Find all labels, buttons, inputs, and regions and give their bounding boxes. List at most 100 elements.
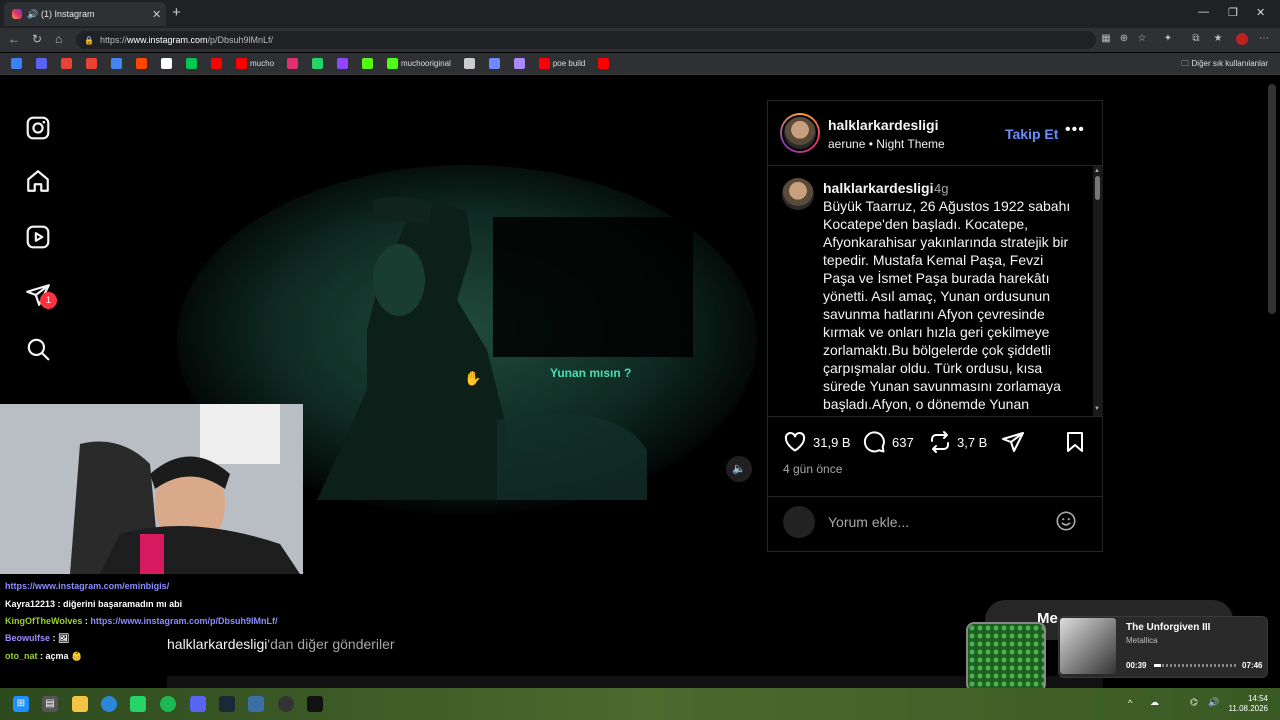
extensions-icon[interactable]: ✦ xyxy=(1162,33,1174,45)
like-heart-icon[interactable] xyxy=(783,430,807,454)
back-icon[interactable]: ← xyxy=(8,32,20,46)
share-icon[interactable] xyxy=(1001,430,1025,454)
close-window-icon[interactable]: ✕ xyxy=(1256,6,1265,19)
bookmark-icon[interactable] xyxy=(513,58,525,69)
comment-input[interactable]: Yorum ekle... xyxy=(828,514,909,530)
comment-count[interactable]: 637 xyxy=(892,435,914,450)
bookmark-icon[interactable] xyxy=(186,58,197,69)
obs-icon[interactable] xyxy=(278,696,294,712)
scroll-down-arrow-icon[interactable]: ▼ xyxy=(1094,406,1100,412)
mute-toggle-icon[interactable]: 🔈 xyxy=(726,456,752,482)
minimize-icon[interactable]: — xyxy=(1198,6,1209,18)
home-icon[interactable]: ⌂ xyxy=(55,32,62,46)
comment-bubble-icon[interactable] xyxy=(862,430,886,454)
new-tab-button[interactable]: + xyxy=(172,4,181,21)
bookmark-icon[interactable] xyxy=(362,58,374,69)
chat-text[interactable]: https://www.instagram.com/p/Dbsuh9lMnLf/ xyxy=(90,616,277,626)
bookmark-icon[interactable] xyxy=(161,58,172,69)
chat-text[interactable]: https://www.instagram.com/eminbigis/ xyxy=(5,581,169,591)
progress-track xyxy=(1154,664,1236,667)
search-icon[interactable] xyxy=(25,336,51,362)
url-host: www.instagram.com xyxy=(126,35,208,45)
bookmark-icon[interactable] xyxy=(136,58,147,69)
bookmark-icon[interactable] xyxy=(387,58,399,69)
wifi-icon[interactable]: ⌬ xyxy=(1190,697,1198,708)
zoom-icon[interactable]: ⊕ xyxy=(1118,33,1130,45)
bookmark-icon[interactable] xyxy=(287,58,299,69)
reels-icon[interactable] xyxy=(25,224,51,250)
caption-avatar[interactable] xyxy=(782,178,814,210)
repost-icon[interactable] xyxy=(928,430,952,454)
emoji-icon[interactable] xyxy=(1055,510,1077,532)
tab-bar xyxy=(0,0,1280,28)
caption-time[interactable]: 4g xyxy=(934,181,948,196)
url-input[interactable]: 🔒 https://www.instagram.com/p/Dbsuh9lMnL… xyxy=(76,31,1096,49)
bookmark-icon[interactable] xyxy=(61,58,72,69)
close-tab-icon[interactable]: ✕ xyxy=(152,8,166,21)
caption-username[interactable]: halklarkardesligi xyxy=(823,180,934,196)
bookmark-label[interactable]: mucho xyxy=(250,59,274,68)
volume-icon[interactable]: 🔊 xyxy=(1208,697,1219,708)
lock-icon[interactable]: 🔒 xyxy=(84,36,94,45)
author-avatar[interactable] xyxy=(782,115,818,151)
app-icon[interactable] xyxy=(248,696,264,712)
capcut-icon[interactable] xyxy=(307,696,323,712)
favorites-icon[interactable]: ★ xyxy=(1212,33,1224,45)
file-explorer-icon[interactable] xyxy=(72,696,88,712)
tray-overflow-icon[interactable]: ^ xyxy=(1128,698,1132,708)
scroll-up-arrow-icon[interactable]: ▲ xyxy=(1094,168,1100,174)
tab-instagram[interactable]: 🔊 (1) Instagram ✕ xyxy=(4,2,166,26)
caption-scroll-thumb[interactable] xyxy=(1095,176,1100,200)
bookmark-icon[interactable] xyxy=(312,58,324,69)
bookmark-label[interactable]: poe build xyxy=(553,59,585,68)
speaker-icon[interactable]: 🔊 xyxy=(27,9,38,20)
bookmark-icon[interactable] xyxy=(488,58,500,69)
whatsapp-icon[interactable] xyxy=(130,696,146,712)
reload-icon[interactable]: ↻ xyxy=(32,32,42,46)
favorite-star-icon[interactable]: ☆ xyxy=(1136,33,1148,45)
more-posts-grid[interactable] xyxy=(167,676,1103,688)
bookmark-icon[interactable] xyxy=(598,58,610,69)
audio-link[interactable]: aerune • Night Theme xyxy=(828,137,945,151)
author-username[interactable]: halklarkardesligi xyxy=(828,117,939,133)
page-scrollbar[interactable] xyxy=(1268,84,1276,314)
start-icon[interactable]: ⊞ xyxy=(13,696,29,712)
posted-time[interactable]: 4 gün önce xyxy=(783,462,842,476)
bookmark-icon[interactable] xyxy=(463,58,475,69)
bookmark-icon[interactable] xyxy=(36,58,47,69)
discord-icon[interactable] xyxy=(190,696,206,712)
instagram-logo-icon[interactable] xyxy=(25,115,51,141)
network-icon[interactable]: ☁ xyxy=(1150,697,1159,708)
bookmark-icon[interactable] xyxy=(11,58,22,69)
taskbar-clock[interactable]: 14:54 11.08.2026 xyxy=(1228,694,1268,714)
other-bookmarks[interactable]: 🗀 Diğer sık kullanılanlar xyxy=(1181,58,1268,72)
chat-message: Beowulfse : 🖼 xyxy=(5,633,70,643)
split-screen-icon[interactable]: ⧉ xyxy=(1190,33,1202,45)
steam-icon[interactable] xyxy=(219,696,235,712)
bookmark-icon[interactable] xyxy=(236,58,247,69)
more-options-icon[interactable]: ••• xyxy=(1065,121,1085,139)
follow-button[interactable]: Takip Et xyxy=(1005,126,1058,142)
bookmark-icon[interactable] xyxy=(211,58,222,69)
task-view-icon[interactable]: ▤ xyxy=(42,696,58,712)
bookmark-icon[interactable] xyxy=(86,58,97,69)
app-available-icon[interactable]: ▦ xyxy=(1100,33,1112,45)
home-nav-icon[interactable] xyxy=(25,168,51,194)
save-bookmark-icon[interactable] xyxy=(1063,430,1087,454)
restore-icon[interactable]: ❐ xyxy=(1228,6,1238,19)
bookmark-icon[interactable] xyxy=(111,58,122,69)
browser-menu-icon[interactable]: ⋯ xyxy=(1258,33,1270,45)
caption-scrollbar[interactable] xyxy=(1093,166,1103,416)
bookmark-icon[interactable] xyxy=(337,58,349,69)
url-prefix: https:// xyxy=(99,35,127,45)
caption-text: Büyük Taarruz, 26 Ağustos 1922 sabahı Ko… xyxy=(823,198,1071,412)
profile-icon[interactable] xyxy=(1236,33,1248,45)
chat-message: oto_nat : açma 👶 xyxy=(5,651,83,661)
bookmark-icon[interactable] xyxy=(538,58,550,69)
story-ring[interactable] xyxy=(780,113,820,153)
repost-count[interactable]: 3,7 B xyxy=(957,435,987,450)
spotify-icon[interactable] xyxy=(160,696,176,712)
edge-icon[interactable] xyxy=(101,696,117,712)
bookmark-label[interactable]: muchooriginal xyxy=(401,59,451,68)
like-count[interactable]: 31,9 B xyxy=(813,435,851,450)
